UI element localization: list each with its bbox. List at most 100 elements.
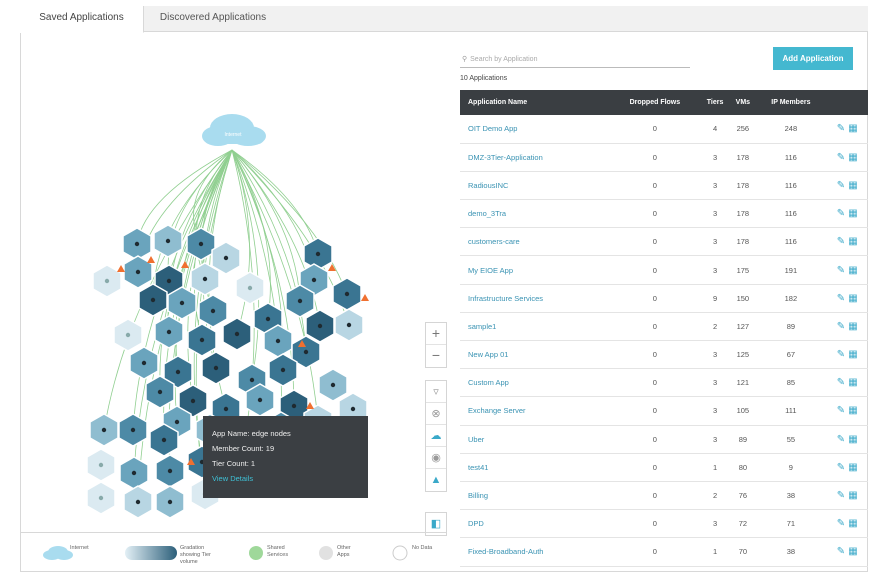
delete-icon[interactable]: ▦ <box>847 490 859 501</box>
table-row[interactable]: OIT Demo App 0 4 256 248 ✎ ▦ <box>460 115 868 144</box>
application-hex-node[interactable] <box>334 308 364 342</box>
table-row[interactable]: test41 0 1 80 9 ✎ ▦ <box>460 453 868 482</box>
delete-icon[interactable]: ▦ <box>847 405 859 416</box>
app-name-link[interactable]: demo_3Tra <box>460 199 610 229</box>
table-row[interactable]: New App 01 0 3 125 67 ✎ ▦ <box>460 340 868 370</box>
delete-icon[interactable]: ▦ <box>847 377 859 388</box>
search-input[interactable]: ⚲ Search by Application <box>460 52 690 68</box>
application-hex-node[interactable] <box>187 323 217 357</box>
delete-icon[interactable]: ▦ <box>847 236 859 247</box>
app-name-link[interactable]: DMZ-3Tier-Application <box>460 143 610 172</box>
table-row[interactable]: DMZ-3Tier-Application 0 3 178 116 ✎ ▦ <box>460 143 868 172</box>
application-hex-node[interactable] <box>186 227 216 261</box>
app-name-link[interactable]: Uber <box>460 425 610 454</box>
table-row[interactable]: DPD 0 3 72 71 ✎ ▦ <box>460 509 868 539</box>
table-row[interactable]: customers-care 0 3 178 116 ✎ ▦ <box>460 227 868 257</box>
table-row[interactable]: demo_3Tra 0 3 178 116 ✎ ▦ <box>460 199 868 229</box>
application-hex-node[interactable] <box>153 224 183 258</box>
table-row[interactable]: Fixed-Broadband-Auth 0 1 70 38 ✎ ▦ <box>460 537 868 567</box>
application-hex-node[interactable] <box>123 255 153 289</box>
col-vms[interactable]: VMs <box>729 90 756 115</box>
application-hex-node[interactable] <box>198 294 228 328</box>
application-hex-node[interactable] <box>129 346 159 380</box>
cloud-icon[interactable]: ☁ <box>426 425 446 447</box>
application-hex-node[interactable] <box>245 383 275 417</box>
edit-icon[interactable]: ✎ <box>835 490 847 501</box>
col-ip-members[interactable]: IP Members <box>755 90 826 115</box>
edit-icon[interactable]: ✎ <box>835 462 847 473</box>
delete-icon[interactable]: ▦ <box>847 518 859 529</box>
delete-icon[interactable]: ▦ <box>847 434 859 445</box>
app-name-link[interactable]: Infrastructure Services <box>460 284 610 313</box>
alert-icon[interactable] <box>147 256 155 263</box>
table-row[interactable]: RadiousINC 0 3 178 116 ✎ ▦ <box>460 171 868 201</box>
app-name-link[interactable]: Custom App <box>460 368 610 398</box>
application-hex-node[interactable] <box>190 262 220 296</box>
application-hex-node[interactable] <box>222 317 252 351</box>
application-hex-node[interactable] <box>285 284 315 318</box>
delete-icon[interactable]: ▦ <box>847 152 859 163</box>
app-name-link[interactable]: DPD <box>460 509 610 539</box>
alert-icon[interactable] <box>181 261 189 268</box>
alert-icon[interactable] <box>361 294 369 301</box>
application-hex-node[interactable] <box>86 481 116 515</box>
application-hex-node[interactable] <box>123 485 153 519</box>
app-name-link[interactable]: My EIOE App <box>460 255 610 285</box>
table-row[interactable]: sample1 0 2 127 89 ✎ ▦ <box>460 312 868 342</box>
edit-icon[interactable]: ✎ <box>835 349 847 360</box>
app-name-link[interactable]: Fixed-Broadband-Auth <box>460 537 610 567</box>
table-row[interactable]: My EIOE App 0 3 175 191 ✎ ▦ <box>460 255 868 285</box>
application-hex-node[interactable] <box>86 448 116 482</box>
application-hex-node[interactable] <box>263 324 293 358</box>
application-hex-node[interactable] <box>155 454 185 488</box>
app-name-link[interactable]: Exchange Server <box>460 396 610 426</box>
filter-icon[interactable]: ▿ <box>426 381 446 403</box>
application-hex-node[interactable] <box>118 413 148 447</box>
application-hex-node[interactable] <box>155 485 185 519</box>
add-application-button[interactable]: Add Application <box>773 47 853 70</box>
alert-icon[interactable]: ▲ <box>426 469 446 491</box>
delete-icon[interactable]: ▦ <box>847 321 859 332</box>
application-hex-node[interactable] <box>318 368 348 402</box>
application-hex-node[interactable] <box>305 309 335 343</box>
internet-cloud-icon[interactable]: Internet <box>202 114 266 146</box>
application-hex-node[interactable] <box>154 315 184 349</box>
application-hex-node[interactable] <box>145 375 175 409</box>
zoom-in-button[interactable]: + <box>426 323 446 345</box>
table-row[interactable]: Infrastructure Services 0 9 150 182 ✎ ▦ <box>460 284 868 313</box>
edit-icon[interactable]: ✎ <box>835 293 847 304</box>
application-hex-node[interactable] <box>332 277 362 311</box>
delete-icon[interactable]: ▦ <box>847 293 859 304</box>
application-hex-node[interactable] <box>113 318 143 352</box>
app-name-link[interactable]: Billing <box>460 481 610 511</box>
delete-icon[interactable]: ▦ <box>847 123 859 134</box>
col-tiers[interactable]: Tiers <box>700 90 730 115</box>
application-hex-node[interactable] <box>89 413 119 447</box>
application-hex-node[interactable] <box>167 286 197 320</box>
delete-icon[interactable]: ▦ <box>847 208 859 219</box>
edit-icon[interactable]: ✎ <box>835 152 847 163</box>
edit-icon[interactable]: ✎ <box>835 321 847 332</box>
delete-icon[interactable]: ▦ <box>847 349 859 360</box>
edit-icon[interactable]: ✎ <box>835 236 847 247</box>
settings-icon[interactable]: ◉ <box>426 447 446 469</box>
delete-icon[interactable]: ▦ <box>847 546 859 557</box>
edit-icon[interactable]: ✎ <box>835 265 847 276</box>
edit-icon[interactable]: ✎ <box>835 546 847 557</box>
app-name-link[interactable]: sample1 <box>460 312 610 342</box>
application-hex-node[interactable] <box>122 227 152 261</box>
application-hex-node[interactable] <box>138 283 168 317</box>
table-row[interactable]: Billing 0 2 76 38 ✎ ▦ <box>460 481 868 511</box>
table-row[interactable]: Custom App 0 3 121 85 ✎ ▦ <box>460 368 868 398</box>
edit-icon[interactable]: ✎ <box>835 180 847 191</box>
edit-icon[interactable]: ✎ <box>835 434 847 445</box>
app-name-link[interactable]: New App 01 <box>460 340 610 370</box>
application-hex-node[interactable] <box>235 271 265 305</box>
app-name-link[interactable]: OIT Demo App <box>460 115 610 144</box>
edit-icon[interactable]: ✎ <box>835 518 847 529</box>
app-name-link[interactable]: RadiousINC <box>460 171 610 201</box>
edit-icon[interactable]: ✎ <box>835 377 847 388</box>
edit-icon[interactable]: ✎ <box>835 123 847 134</box>
col-dropped-flows[interactable]: Dropped Flows <box>609 90 701 115</box>
app-name-link[interactable]: test41 <box>460 453 610 482</box>
